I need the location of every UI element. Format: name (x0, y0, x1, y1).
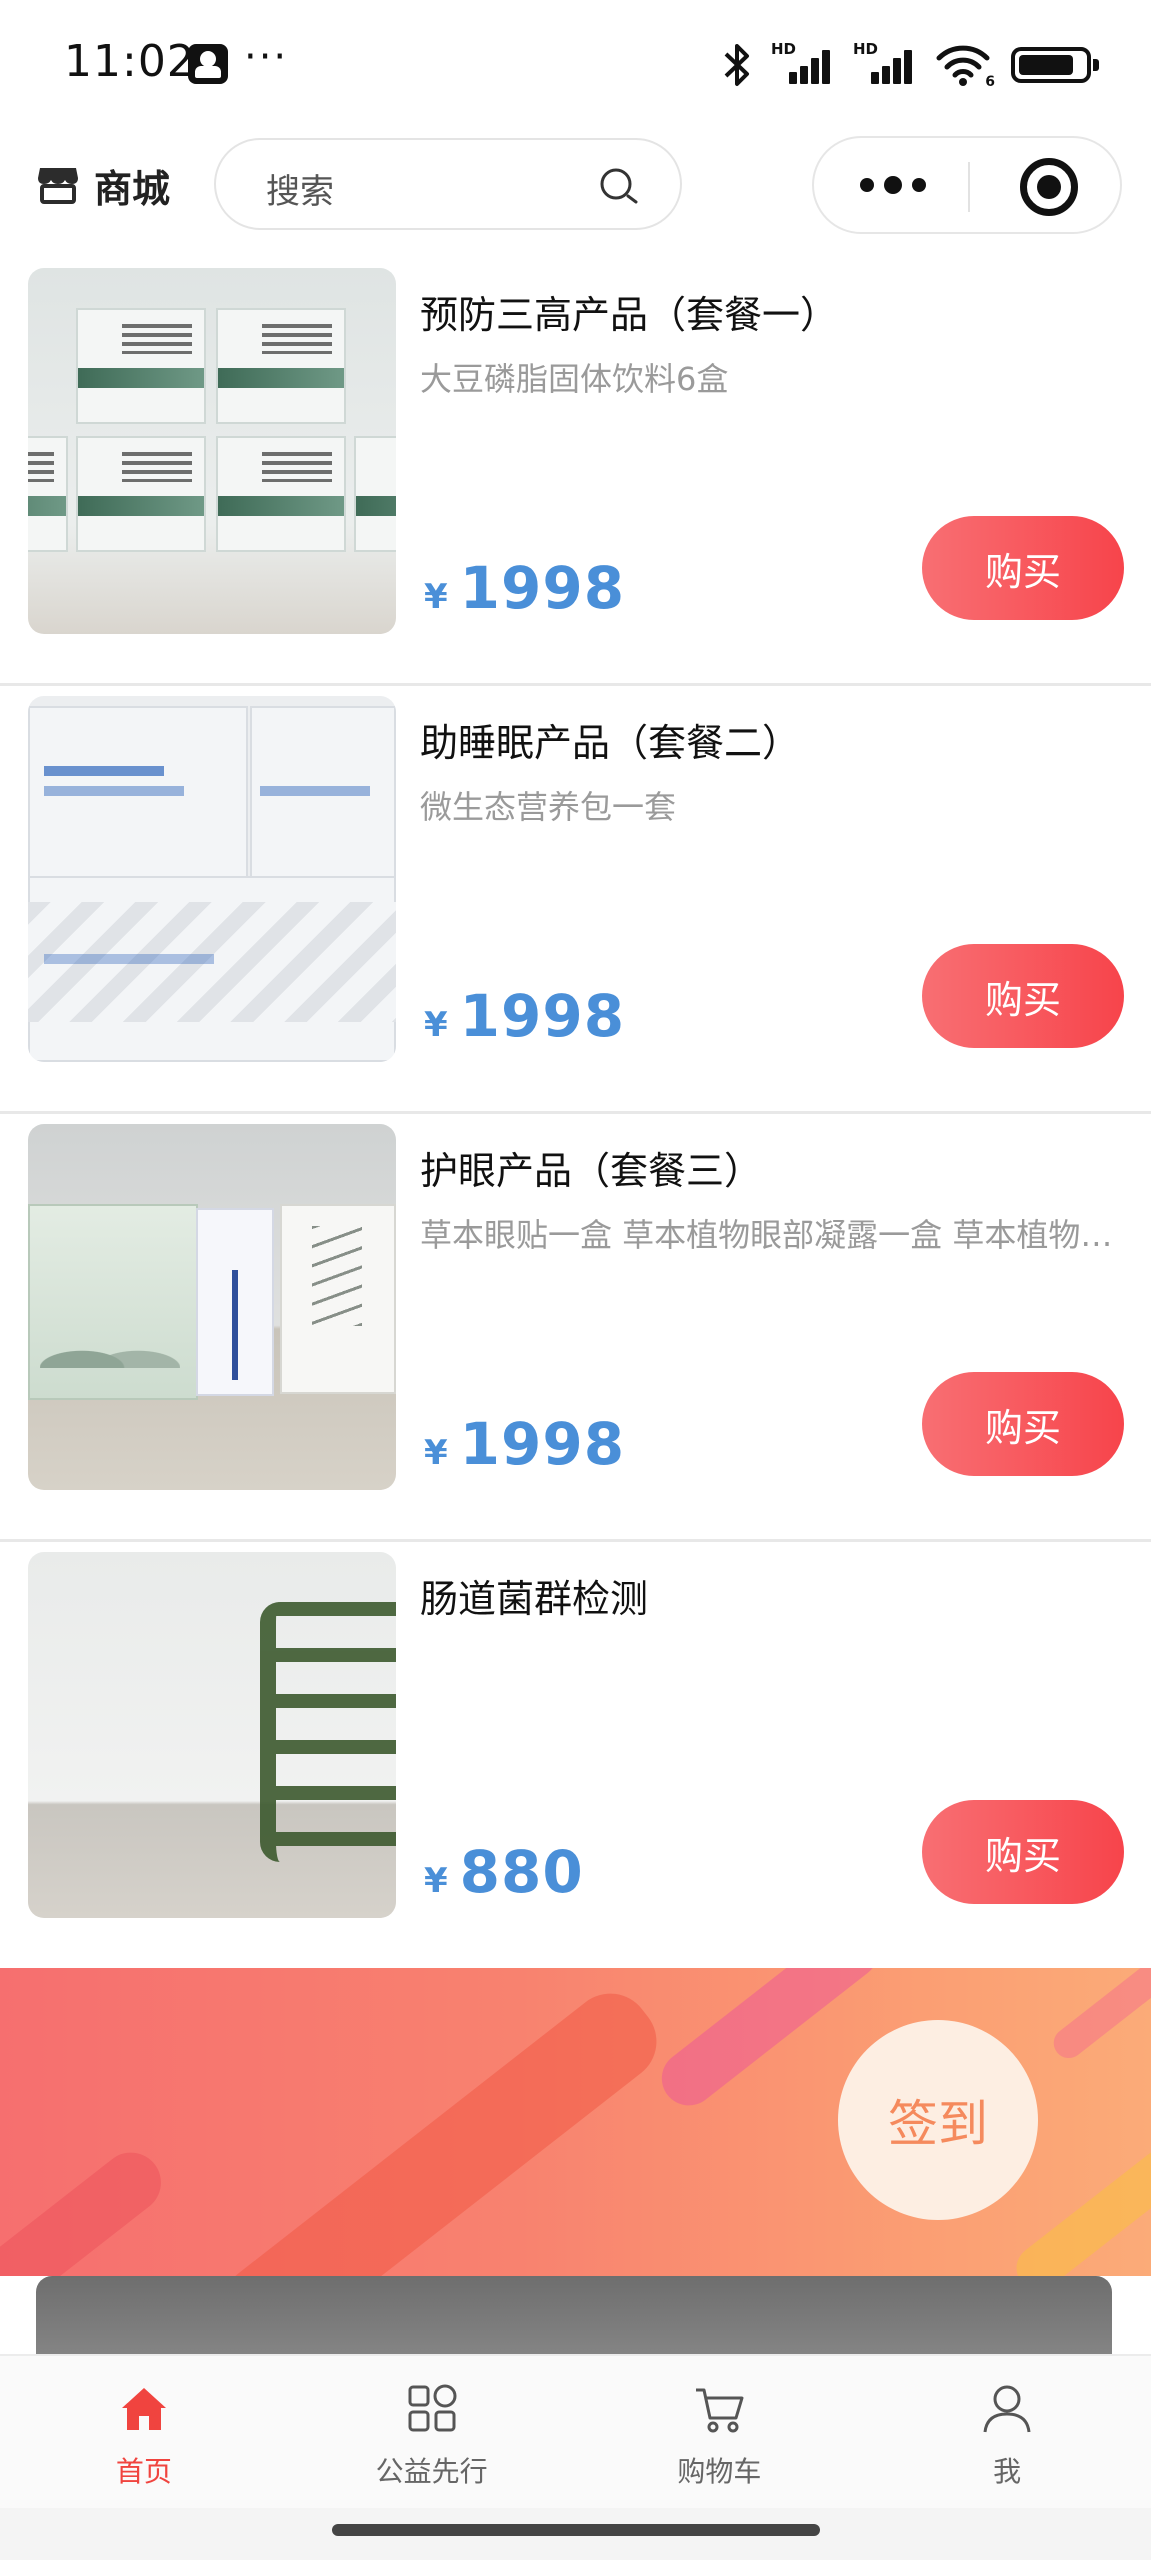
status-bar: 11:02 ··· HD HD 6 (0, 0, 1151, 130)
status-time: 11:02 (64, 36, 196, 87)
tab-cart[interactable]: 购物车 (576, 2356, 864, 2508)
signal-strength-icon: HD (771, 40, 833, 88)
product-title[interactable]: 护眼产品（套餐三） (420, 1140, 762, 1195)
miniprogram-capsule (812, 136, 1122, 234)
sign-in-button[interactable]: 签到 (838, 2020, 1038, 2220)
tab-home[interactable]: 首页 (0, 2356, 288, 2508)
product-title[interactable]: 预防三高产品（套餐一） (420, 284, 838, 339)
currency-symbol: ¥ (424, 1861, 448, 1901)
status-more-icon: ··· (244, 34, 289, 80)
wifi-icon: 6 (935, 42, 995, 90)
bluetooth-icon (723, 42, 751, 88)
product-image[interactable] (28, 1552, 396, 1918)
search-icon[interactable] (598, 166, 640, 208)
currency-symbol: ¥ (424, 1433, 448, 1473)
app-notification-icon (188, 44, 228, 84)
product-card[interactable]: 肠道菌群检测 ¥ 880 购买 (0, 1542, 1151, 1982)
tab-label: 公益先行 (375, 2455, 488, 2488)
product-price: ¥ 880 (424, 1838, 584, 1906)
product-list: 预防三高产品（套餐一） 大豆磷脂固体饮料6盒 ¥ 1998 购买 助睡眠产品（套… (0, 258, 1151, 1982)
buy-button[interactable]: 购买 (922, 516, 1124, 620)
price-value: 1998 (459, 1410, 626, 1478)
search-input[interactable]: 搜索 (214, 138, 682, 230)
signal-hd-label: HD (771, 40, 797, 58)
price-value: 1998 (459, 982, 626, 1050)
product-description: 草本眼贴一盒 草本植物眼部凝露一盒 草本植物眼部凝露一盒 (420, 1216, 1120, 1254)
tab-label: 首页 (115, 2455, 172, 2488)
product-image[interactable] (28, 268, 396, 634)
battery-icon (1011, 47, 1099, 83)
grid-apps-icon (405, 2382, 459, 2436)
capsule-divider (968, 162, 970, 212)
tab-label: 购物车 (677, 2455, 762, 2488)
product-price: ¥ 1998 (424, 982, 625, 1050)
buy-button[interactable]: 购买 (922, 1372, 1124, 1476)
signal-hd-label-2: HD (853, 40, 879, 58)
banner-decoration (0, 2140, 174, 2276)
header: 商城 搜索 (0, 132, 1151, 252)
tab-me[interactable]: 我 (863, 2356, 1151, 2508)
wifi-label: 6 (985, 74, 995, 90)
banner-decoration (207, 1977, 673, 2276)
buy-button[interactable]: 购买 (922, 944, 1124, 1048)
product-card[interactable]: 助睡眠产品（套餐二） 微生态营养包一套 ¥ 1998 购买 (0, 686, 1151, 1114)
currency-symbol: ¥ (424, 577, 448, 617)
cart-icon (692, 2382, 746, 2436)
product-price: ¥ 1998 (424, 1410, 625, 1478)
banner-decoration (1007, 2141, 1151, 2276)
close-miniprogram-button[interactable] (1020, 158, 1078, 216)
tab-charity[interactable]: 公益先行 (288, 2356, 576, 2508)
banner-decoration (1047, 1968, 1151, 2065)
product-description: 微生态营养包一套 (420, 788, 677, 826)
user-icon (980, 2382, 1034, 2436)
price-value: 880 (459, 1838, 584, 1906)
buy-button[interactable]: 购买 (922, 1800, 1124, 1904)
product-description: 大豆磷脂固体饮料6盒 (420, 360, 729, 398)
product-image[interactable] (28, 696, 396, 1062)
product-image[interactable] (28, 1124, 396, 1490)
currency-symbol: ¥ (424, 1005, 448, 1045)
product-title[interactable]: 助睡眠产品（套餐二） (420, 712, 800, 767)
store-icon (36, 164, 80, 208)
page-title: 商城 (94, 167, 171, 211)
more-options-button[interactable] (860, 176, 926, 194)
home-indicator[interactable] (332, 2524, 820, 2536)
bottom-tab-bar: 首页 公益先行 购物车 我 (0, 2354, 1151, 2508)
price-value: 1998 (459, 554, 626, 622)
product-card[interactable]: 护眼产品（套餐三） 草本眼贴一盒 草本植物眼部凝露一盒 草本植物眼部凝露一盒 ¥… (0, 1114, 1151, 1542)
tab-label: 我 (993, 2455, 1022, 2488)
status-indicators: HD HD 6 (723, 40, 1099, 90)
store-title-group: 商城 (36, 158, 170, 213)
product-title[interactable]: 肠道菌群检测 (420, 1568, 648, 1623)
search-placeholder: 搜索 (266, 172, 334, 212)
sign-in-banner: 签到 (0, 1968, 1151, 2276)
product-price: ¥ 1998 (424, 554, 625, 622)
product-card[interactable]: 预防三高产品（套餐一） 大豆磷脂固体饮料6盒 ¥ 1998 购买 (0, 258, 1151, 686)
home-icon (117, 2382, 171, 2436)
signal-strength-icon-2: HD (853, 40, 915, 88)
